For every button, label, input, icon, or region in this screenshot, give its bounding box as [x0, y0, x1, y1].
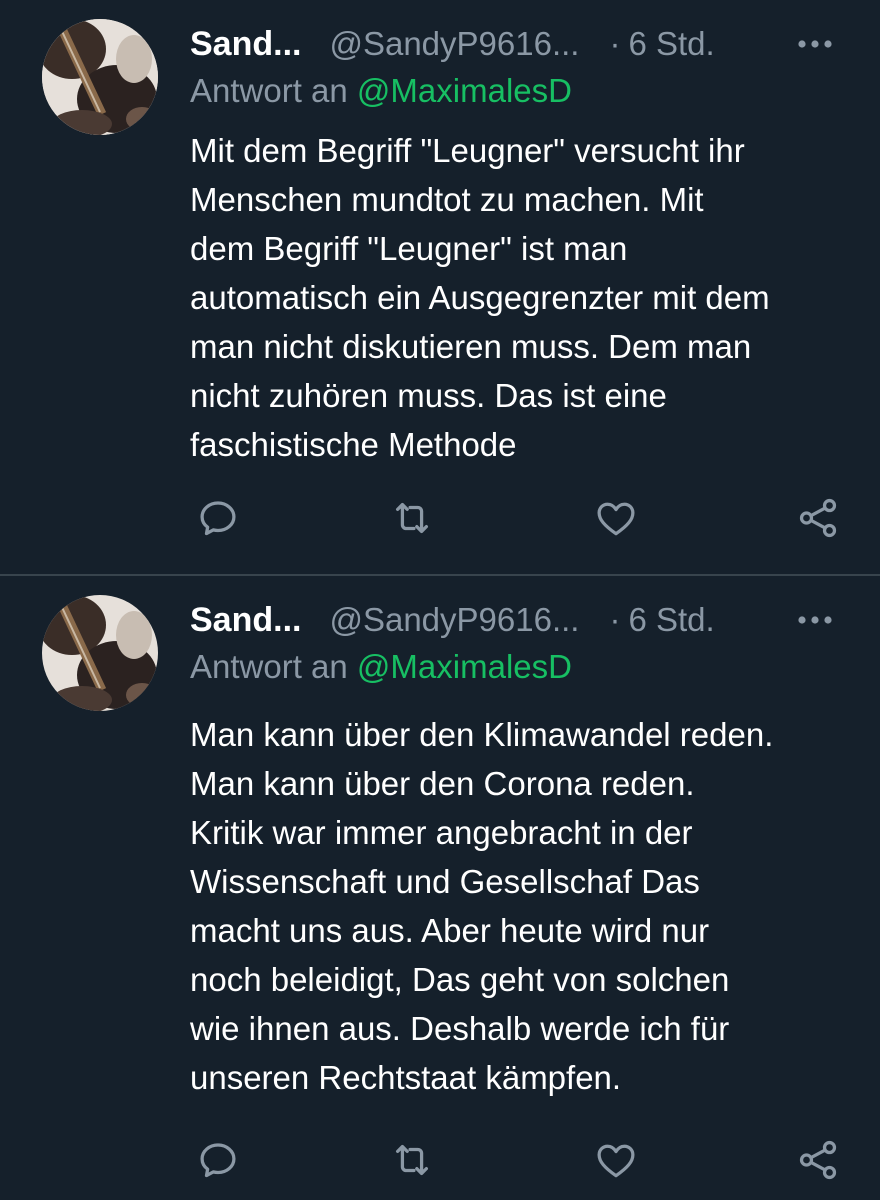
username[interactable]: @SandyP9616...: [329, 601, 579, 639]
display-name[interactable]: Sand...: [190, 601, 301, 640]
separator-dot: ·: [609, 601, 621, 638]
retweet-icon: [395, 1144, 429, 1176]
tweet[interactable]: Sand... @SandyP9616... · 6 Std. Antwort …: [0, 0, 880, 574]
tweet-text: Man kann über den Klimawandel reden. Man…: [190, 716, 774, 1096]
tweet-actions: [190, 1132, 850, 1188]
tweet-actions: [190, 490, 850, 546]
tweet-header: Sand... @SandyP9616... · 6 Std.: [190, 596, 840, 644]
heart-icon: [597, 1144, 635, 1178]
reply-context: Antwort an @MaximalesD: [190, 72, 572, 110]
reply-button[interactable]: [190, 490, 246, 546]
retweet-button[interactable]: [384, 1132, 440, 1188]
username[interactable]: @SandyP9616...: [329, 25, 579, 63]
reply-icon: [200, 501, 236, 536]
more-icon[interactable]: [790, 598, 840, 642]
avatar[interactable]: [42, 595, 158, 711]
more-icon[interactable]: [790, 22, 840, 66]
retweet-icon: [395, 502, 429, 534]
share-button[interactable]: [790, 490, 846, 546]
like-button[interactable]: [588, 490, 644, 546]
tweet[interactable]: Sand... @SandyP9616... · 6 Std. Antwort …: [0, 576, 880, 1200]
reply-context: Antwort an @MaximalesD: [190, 648, 572, 686]
share-button[interactable]: [790, 1132, 846, 1188]
timestamp[interactable]: 6 Std.: [628, 601, 714, 639]
reply-button[interactable]: [190, 1132, 246, 1188]
timeline: Sand... @SandyP9616... · 6 Std. Antwort …: [0, 0, 880, 1200]
tweet-header: Sand... @SandyP9616... · 6 Std.: [190, 20, 840, 68]
reply-prefix: Antwort an: [190, 72, 348, 109]
retweet-button[interactable]: [384, 490, 440, 546]
reply-icon: [200, 1143, 236, 1178]
reply-mention-link[interactable]: @MaximalesD: [357, 72, 572, 109]
reply-mention-link[interactable]: @MaximalesD: [357, 648, 572, 685]
share-icon: [799, 498, 837, 538]
share-icon: [799, 1140, 837, 1180]
tweet-text: Mit dem Begriff "Leugner" versucht ihr M…: [190, 132, 770, 463]
separator-dot: ·: [609, 25, 621, 62]
heart-icon: [597, 502, 635, 536]
like-button[interactable]: [588, 1132, 644, 1188]
timestamp[interactable]: 6 Std.: [628, 25, 714, 63]
display-name[interactable]: Sand...: [190, 25, 301, 64]
reply-prefix: Antwort an: [190, 648, 348, 685]
avatar[interactable]: [42, 19, 158, 135]
